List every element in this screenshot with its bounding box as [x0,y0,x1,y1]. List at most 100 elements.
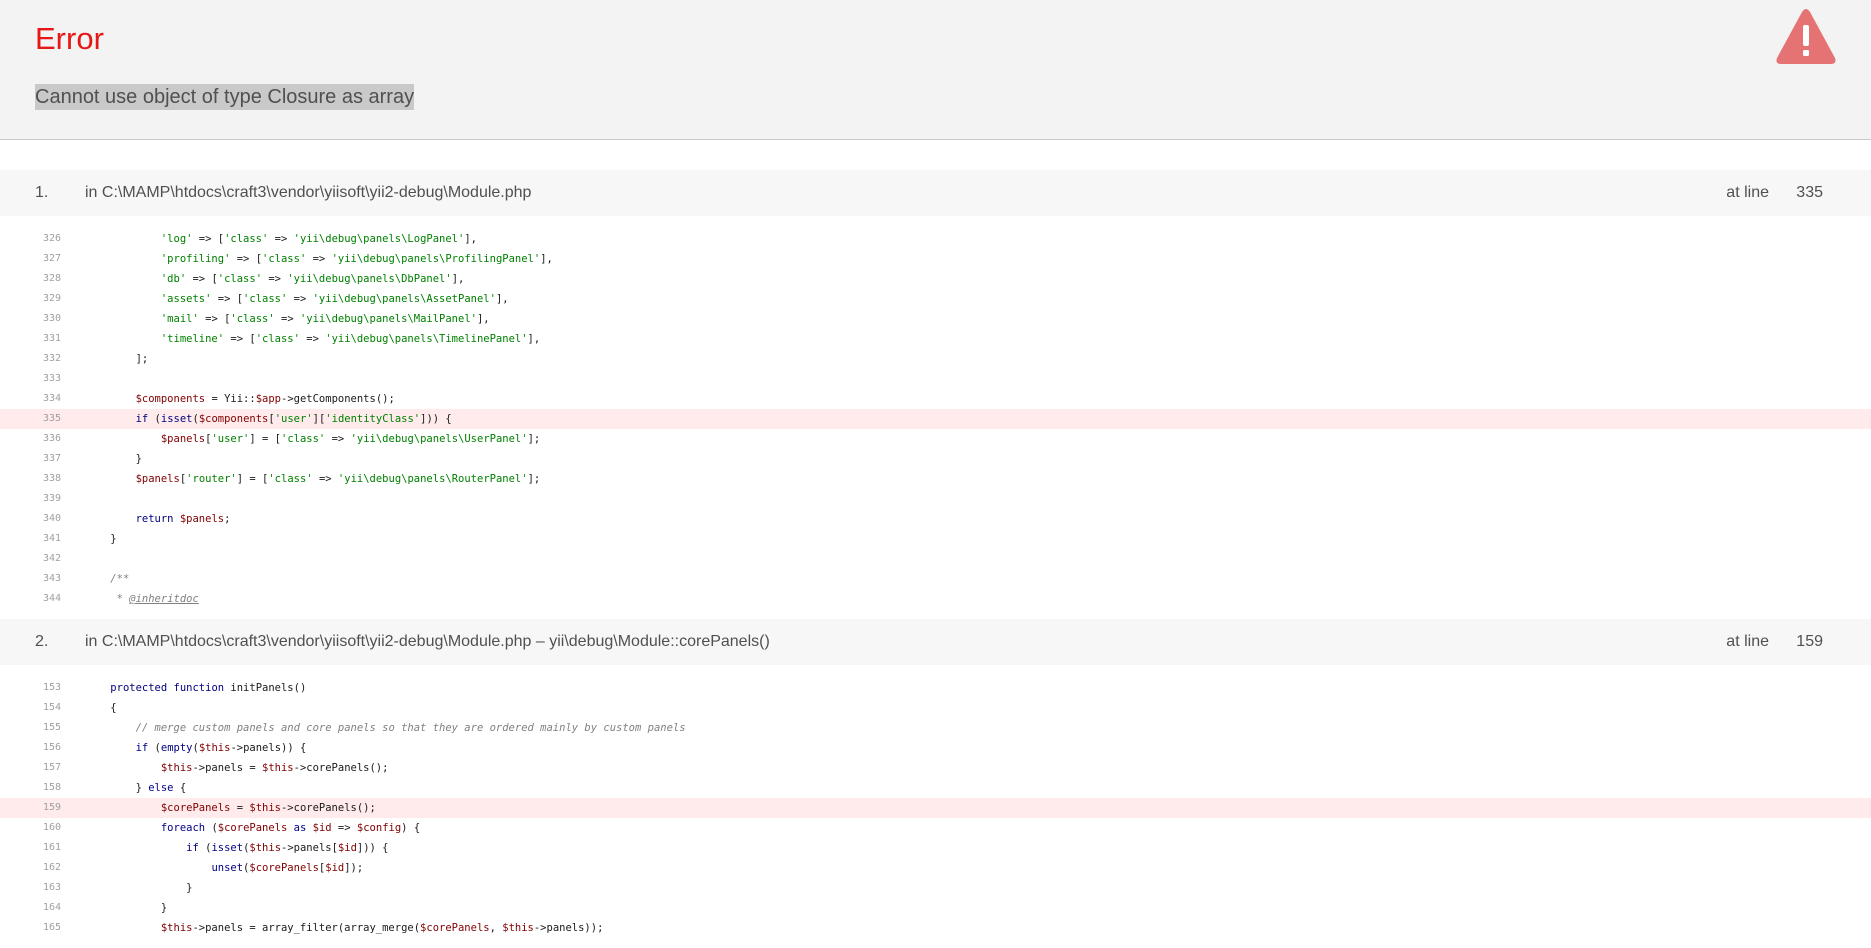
code-token: 'log' [160,233,193,245]
line-number: 331 [42,333,61,344]
code-line: 341 } [0,529,1871,549]
code-token: if [135,742,149,754]
code-line: 160 foreach ($corePanels as $id => $conf… [0,818,1871,838]
code-token: => [ [192,233,225,245]
line-number: 161 [42,842,61,853]
code-text: 'log' => ['class' => 'yii\debug\panels\L… [85,229,477,249]
code-token: isset [211,842,244,854]
code-token: $this [198,742,231,754]
line-number: 162 [42,862,61,873]
code-token: $this [160,762,193,774]
code-token: } [85,533,117,545]
frame-location: in C:\MAMP\htdocs\craft3\vendor\yiisoft\… [85,633,770,650]
code-line: 329 'assets' => ['class' => 'yii\debug\p… [0,289,1871,309]
code-text: if (isset($this->panels[$id])) { [85,838,388,858]
code-token: ]; [527,473,541,485]
code-line: 156 if (empty($this->panels)) { [0,738,1871,758]
code-token: { [85,702,117,714]
code-token: $this [160,922,193,934]
code-line: 330 'mail' => ['class' => 'yii\debug\pan… [0,309,1871,329]
code-token: 'identityClass' [325,413,421,425]
code-line: 340 return $panels; [0,509,1871,529]
code-token: ][ [312,413,326,425]
code-token: 'class' [281,433,326,445]
line-number: 164 [42,902,61,913]
code-token: => [ [186,273,218,285]
frame-number: 2. [35,633,49,650]
code-block: 153 protected function initPanels() 154 {… [0,665,1871,948]
code-line: 163 } [0,878,1871,898]
code-text: 'timeline' => ['class' => 'yii\debug\pan… [85,329,540,349]
code-token: ->getComponents(); [281,393,395,405]
code-token: ) { [401,822,421,834]
code-token: ->panels = array_filter(array_merge( [192,922,421,934]
code-token: 'yii\debug\panels\DbPanel' [287,273,452,285]
code-token: ->panels = [192,762,263,774]
code-token: 'yii\debug\panels\RouterPanel' [337,473,528,485]
code-line: 343 /** [0,569,1871,589]
line-number: 335 [42,413,61,424]
code-text: $components = Yii::$app->getComponents()… [85,389,395,409]
code-line: 154 { [0,698,1871,718]
frame-number: 1. [35,184,49,201]
line-number: 332 [42,353,61,364]
code-token: ( [198,842,212,854]
code-text: ]; [85,349,149,369]
at-line-label: at line [1726,633,1769,650]
code-token: $panels [135,473,180,485]
code-token: ->corePanels(); [293,762,389,774]
code-token: => [268,233,294,245]
frame-header[interactable]: 1. in C:\MAMP\htdocs\craft3\vendor\yiiso… [0,170,1871,216]
code-token: 'yii\debug\panels\LogPanel' [293,233,465,245]
code-token: /** [110,573,130,585]
code-token: if [186,842,199,854]
code-token: 'class' [243,293,288,305]
code-token: 'class' [262,253,307,265]
code-token: 'db' [160,273,187,285]
code-token: = [230,802,250,814]
code-token: if [135,413,149,425]
code-token: 'yii\debug\panels\UserPanel' [350,433,528,445]
code-token: $panels [160,433,206,445]
code-line: 344 * @inheritdoc [0,589,1871,609]
code-token: => [ [211,293,244,305]
code-token: ( [148,742,161,754]
frame-header[interactable]: 2. in C:\MAMP\htdocs\craft3\vendor\yiiso… [0,619,1871,665]
error-title: Error [35,21,104,56]
code-line: 162 unset($corePanels[$id]); [0,858,1871,878]
line-number: 338 [42,473,61,484]
code-text: 'profiling' => ['class' => 'yii\debug\pa… [85,249,553,269]
code-text: 'mail' => ['class' => 'yii\debug\panels\… [85,309,490,329]
code-text: $this->panels = $this->corePanels(); [85,758,389,778]
code-token: 'class' [255,333,300,345]
code-token: 'yii\debug\panels\ProfilingPanel' [331,253,541,265]
code-token: isset [160,413,193,425]
code-line: 157 $this->panels = $this->corePanels(); [0,758,1871,778]
code-text: $this->panels = array_filter(array_merge… [85,918,604,938]
code-line: 331 'timeline' => ['class' => 'yii\debug… [0,329,1871,349]
code-token: 'yii\debug\panels\AssetPanel' [312,293,496,305]
code-text: 'db' => ['class' => 'yii\debug\panels\Db… [85,269,465,289]
code-line: 332 ]; [0,349,1871,369]
code-token: ->corePanels(); [280,802,376,814]
code-token: => [306,253,332,265]
line-number: 154 [42,702,61,713]
code-line: 337 } [0,449,1871,469]
code-token: $panels [179,513,225,525]
code-text: * @inheritdoc [85,589,199,609]
code-token: 'user' [274,413,313,425]
code-token: ]); [344,862,364,874]
code-token: $components [198,413,269,425]
code-token: $this [262,762,294,774]
